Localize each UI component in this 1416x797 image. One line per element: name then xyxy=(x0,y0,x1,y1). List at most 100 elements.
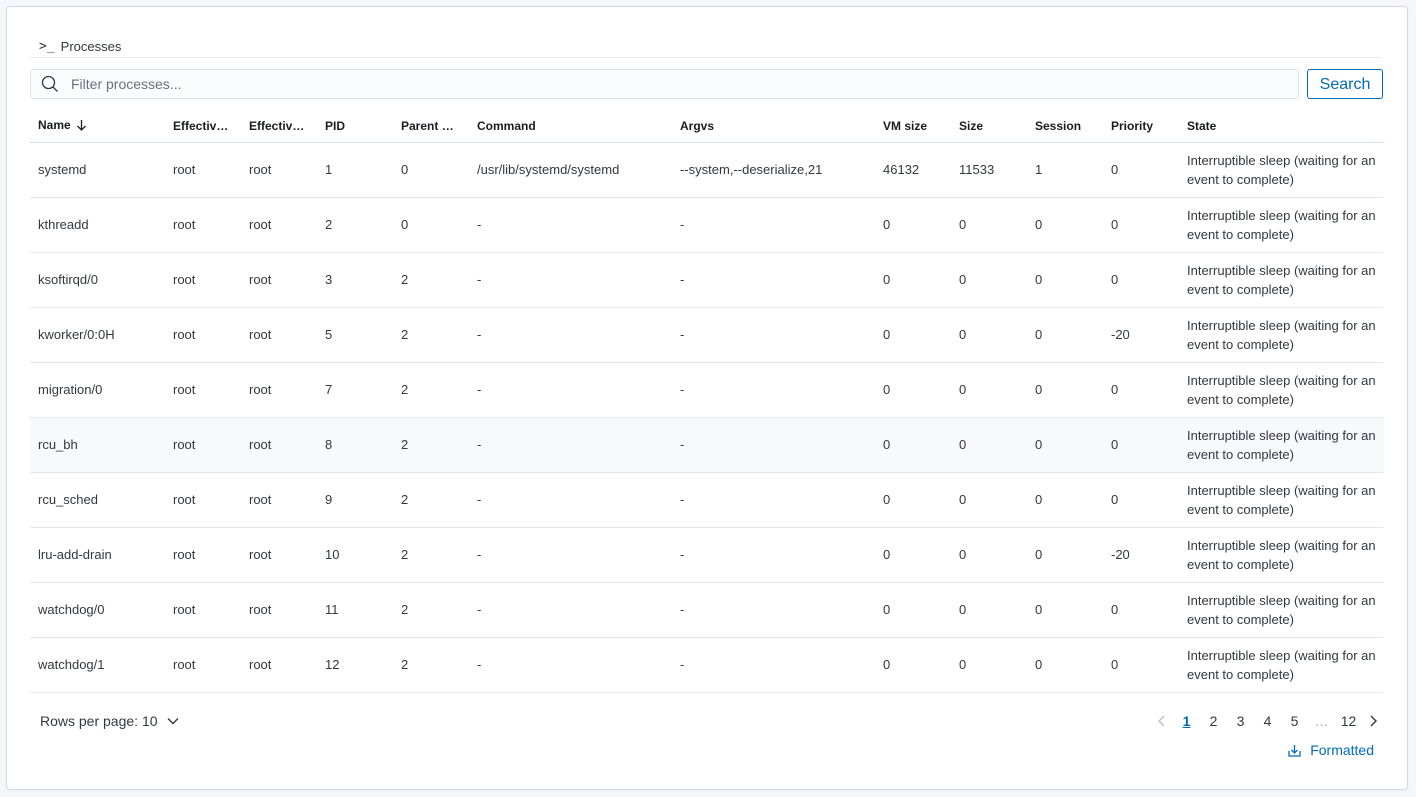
page-button-3[interactable]: 3 xyxy=(1227,713,1254,729)
cell-session: 0 xyxy=(1027,637,1103,693)
cell-name: rcu_bh xyxy=(30,417,165,473)
table-row[interactable]: kthreadd root root 2 0- -0 0 0 0 Interruptible sl… xyxy=(30,197,1384,253)
search-bar xyxy=(30,69,1299,99)
cell-session: 0 xyxy=(1027,527,1103,583)
table-row[interactable]: rcu_bh root root 8 2- -0 0 0 0 Interruptible slee… xyxy=(30,417,1384,473)
table-row[interactable]: ksoftirqd/0 root root 3 2- -0 0 0 0 Interruptible… xyxy=(30,252,1384,308)
cell-effective-group: root xyxy=(241,527,317,583)
table-row[interactable]: watchdog/0 root root 11 2- -0 0 0 0 Interruptible… xyxy=(30,582,1384,638)
column-header-name[interactable]: Name xyxy=(30,110,165,143)
column-header-argvs[interactable]: Argvs xyxy=(672,110,875,143)
cell-priority: 0 xyxy=(1103,582,1179,638)
cell-pid: 3 xyxy=(317,252,393,308)
cell-parent-pid: 2 xyxy=(393,472,469,528)
cell-effective-user: root xyxy=(165,307,241,363)
download-icon xyxy=(1287,743,1302,758)
header-divider xyxy=(30,57,1382,58)
page-button-12[interactable]: 12 xyxy=(1335,713,1362,729)
cell-name: migration/0 xyxy=(30,362,165,418)
cell-size: 0 xyxy=(951,417,1027,473)
cell-command: - xyxy=(469,527,672,583)
chevron-left-icon[interactable] xyxy=(1151,714,1173,728)
cell-priority: 0 xyxy=(1103,252,1179,308)
cell-session: 0 xyxy=(1027,307,1103,363)
cell-command: - xyxy=(469,362,672,418)
cell-pid: 10 xyxy=(317,527,393,583)
chevron-right-icon[interactable] xyxy=(1362,714,1384,728)
cell-pid: 7 xyxy=(317,362,393,418)
page-button-2[interactable]: 2 xyxy=(1200,713,1227,729)
column-header-size[interactable]: Size xyxy=(951,110,1027,143)
table-row[interactable]: lru-add-drain root root 10 2- -0 0 0 -20 Interrup… xyxy=(30,527,1384,583)
page-button-4[interactable]: 4 xyxy=(1254,713,1281,729)
page-button-5[interactable]: 5 xyxy=(1281,713,1308,729)
cell-size: 0 xyxy=(951,472,1027,528)
cell-size: 11533 xyxy=(951,142,1027,198)
cell-effective-user: root xyxy=(165,582,241,638)
cell-session: 0 xyxy=(1027,197,1103,253)
column-header-vm-size[interactable]: VM size xyxy=(875,110,951,143)
table-row[interactable]: rcu_sched root root 9 2- -0 0 0 0 Interruptible s… xyxy=(30,472,1384,528)
search-input[interactable] xyxy=(69,75,1298,93)
cell-argvs: - xyxy=(672,362,875,418)
process-table: Name Effective ... Effective ... PID Parent … xyxy=(30,110,1384,693)
cell-pid: 2 xyxy=(317,197,393,253)
cell-argvs: - xyxy=(672,472,875,528)
rows-per-page-selector[interactable]: Rows per page: 10 xyxy=(40,710,180,732)
cell-parent-pid: 2 xyxy=(393,637,469,693)
cell-effective-group: root xyxy=(241,637,317,693)
cell-priority: 0 xyxy=(1103,637,1179,693)
cell-priority: 0 xyxy=(1103,472,1179,528)
cell-command: - xyxy=(469,197,672,253)
cell-state: Interruptible sleep (waiting for an even… xyxy=(1179,142,1384,198)
column-header-command[interactable]: Command xyxy=(469,110,672,143)
table-row[interactable]: kworker/0:0H root root 5 2- -0 0 0 -20 Interrupti… xyxy=(30,307,1384,363)
column-header-effective-user[interactable]: Effective ... xyxy=(165,110,241,143)
page-button-1[interactable]: 1 xyxy=(1173,713,1200,729)
arrow-down-icon xyxy=(76,119,87,134)
cell-command: - xyxy=(469,307,672,363)
cell-effective-user: root xyxy=(165,527,241,583)
search-button[interactable]: Search xyxy=(1307,69,1383,99)
cell-parent-pid: 0 xyxy=(393,197,469,253)
cell-command: - xyxy=(469,417,672,473)
table-row[interactable]: watchdog/1 root root 12 2- -0 0 0 0 Interruptible… xyxy=(30,637,1384,693)
cell-vm-size: 0 xyxy=(875,362,951,418)
export-formatted-button[interactable]: Formatted xyxy=(1287,740,1374,760)
cell-effective-group: root xyxy=(241,472,317,528)
cell-argvs: - xyxy=(672,582,875,638)
column-header-priority[interactable]: Priority xyxy=(1103,110,1179,143)
column-header-session[interactable]: Session xyxy=(1027,110,1103,143)
cell-command: - xyxy=(469,582,672,638)
cell-vm-size: 0 xyxy=(875,197,951,253)
cell-parent-pid: 2 xyxy=(393,582,469,638)
cell-priority: 0 xyxy=(1103,142,1179,198)
column-header-state[interactable]: State xyxy=(1179,110,1384,143)
cell-parent-pid: 2 xyxy=(393,252,469,308)
table-row[interactable]: systemd root root 1 0/usr/lib/systemd/system… xyxy=(30,142,1384,198)
cell-size: 0 xyxy=(951,197,1027,253)
cell-parent-pid: 2 xyxy=(393,307,469,363)
column-header-parent-pid[interactable]: Parent PID xyxy=(393,110,469,143)
cell-vm-size: 0 xyxy=(875,307,951,363)
cell-effective-group: root xyxy=(241,252,317,308)
cell-name: ksoftirqd/0 xyxy=(30,252,165,308)
page-title: Processes xyxy=(60,38,122,54)
cell-priority: 0 xyxy=(1103,197,1179,253)
cell-state: Interruptible sleep (waiting for an even… xyxy=(1179,307,1384,363)
cell-priority: 0 xyxy=(1103,362,1179,418)
column-header-pid[interactable]: PID xyxy=(317,110,393,143)
cell-command: - xyxy=(469,472,672,528)
column-header-effective-group[interactable]: Effective ... xyxy=(241,110,317,143)
cell-vm-size: 46132 xyxy=(875,142,951,198)
pagination-ellipsis: … xyxy=(1314,713,1329,729)
cell-vm-size: 0 xyxy=(875,417,951,473)
table-row[interactable]: migration/0 root root 7 2- -0 0 0 0 Interruptible… xyxy=(30,362,1384,418)
cell-state: Interruptible sleep (waiting for an even… xyxy=(1179,637,1384,693)
cell-session: 0 xyxy=(1027,472,1103,528)
export-label: Formatted xyxy=(1310,742,1374,758)
cell-session: 0 xyxy=(1027,417,1103,473)
cell-size: 0 xyxy=(951,307,1027,363)
table-body: systemd root root 1 0/usr/lib/systemd/system… xyxy=(30,142,1384,693)
cell-size: 0 xyxy=(951,362,1027,418)
